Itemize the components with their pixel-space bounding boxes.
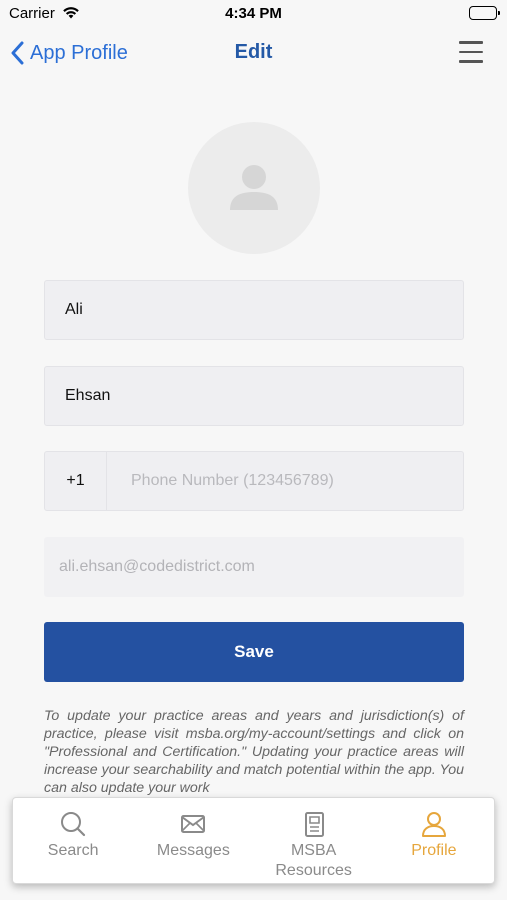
tab-messages-label: Messages (156, 842, 230, 859)
envelope-icon (181, 815, 206, 833)
practice-areas-info-text: To update your practice areas and years … (44, 708, 464, 796)
status-time: 4:34 PM (225, 5, 282, 22)
avatar[interactable] (188, 122, 320, 254)
page-title: Edit (234, 41, 273, 63)
person-icon (421, 812, 446, 837)
email-field (44, 537, 464, 597)
country-code-selector[interactable]: +1 (45, 452, 107, 510)
tab-bar: Search Messages MSBA Resources Profile (12, 797, 495, 884)
first-name-field[interactable] (44, 280, 464, 340)
phone-field[interactable]: +1 (44, 451, 464, 511)
first-name-input[interactable] (45, 281, 463, 339)
tab-profile[interactable]: Profile (374, 798, 494, 883)
email-input (45, 538, 463, 596)
tab-msba-resources[interactable]: MSBA Resources (254, 798, 374, 883)
save-button[interactable]: Save (44, 622, 464, 682)
person-placeholder-icon (230, 165, 278, 210)
last-name-field[interactable] (44, 366, 464, 426)
document-icon (304, 812, 324, 837)
tab-msba-resources-label: MSBA Resources (275, 842, 352, 879)
last-name-input[interactable] (45, 367, 463, 425)
battery-icon (469, 6, 500, 20)
search-icon (61, 812, 86, 837)
tab-profile-label: Profile (411, 842, 457, 859)
status-bar: Carrier 4:34 PM (0, 0, 507, 28)
tab-search-label: Search (47, 842, 99, 859)
hamburger-menu-icon[interactable] (459, 41, 485, 65)
tab-messages[interactable]: Messages (133, 798, 253, 883)
tab-search[interactable]: Search (13, 798, 133, 883)
phone-input[interactable] (107, 452, 463, 510)
